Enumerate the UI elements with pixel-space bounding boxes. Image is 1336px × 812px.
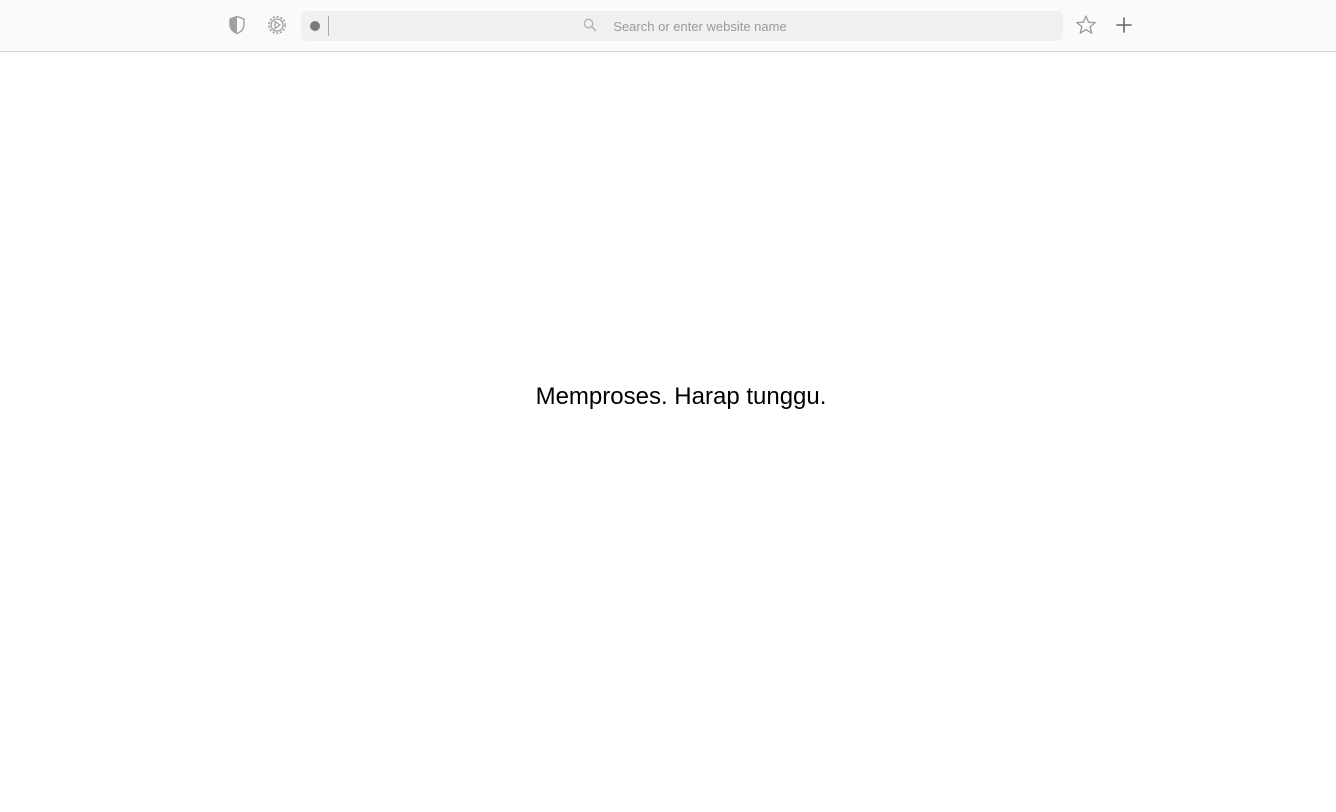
browser-toolbar (0, 0, 1336, 52)
plus-icon (1116, 17, 1132, 33)
page-status-dot (310, 21, 320, 31)
address-bar[interactable] (301, 11, 1063, 41)
star-icon (1076, 15, 1096, 34)
extensions-button[interactable] (263, 11, 291, 39)
text-caret (328, 16, 329, 36)
shield-icon (229, 15, 245, 35)
address-input[interactable] (331, 11, 1053, 41)
gear-icon (268, 16, 286, 34)
loading-message: Memproses. Harap tunggu. (535, 383, 827, 410)
page-content: Memproses. Harap tunggu. (0, 53, 1336, 812)
bookmark-button[interactable] (1072, 11, 1100, 39)
privacy-report-button[interactable] (223, 11, 251, 39)
new-tab-button[interactable] (1110, 11, 1138, 39)
